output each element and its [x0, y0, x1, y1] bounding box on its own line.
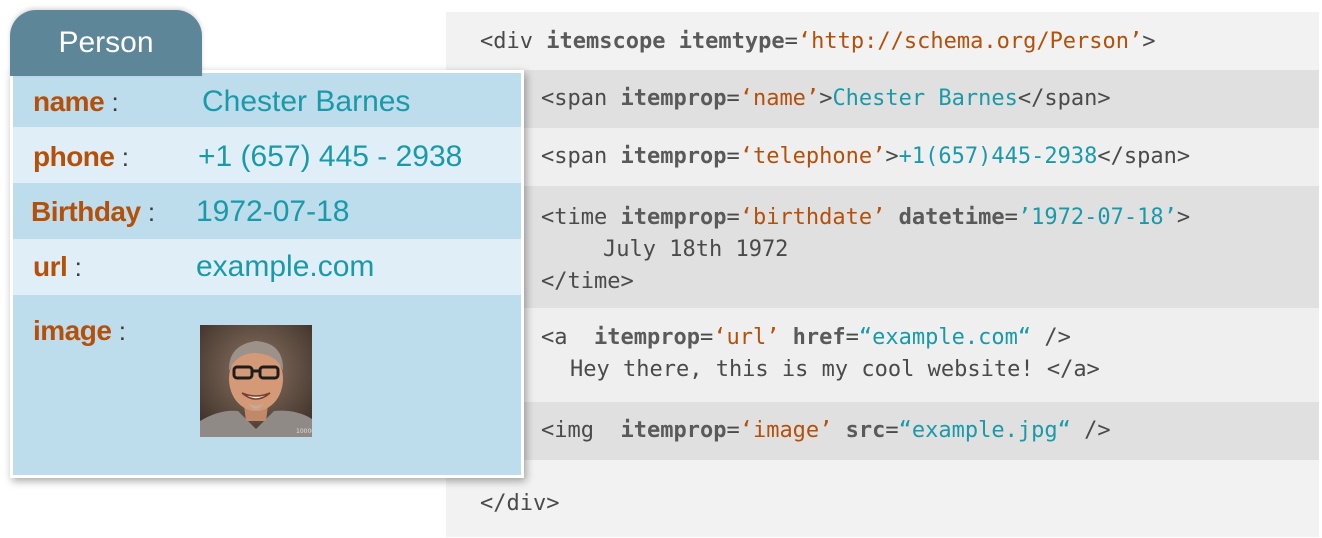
code-band-name: <span itemprop=‘name’>Chester Barnes</sp… [524, 70, 1319, 128]
code-time-close: </time> [541, 269, 634, 294]
field-label-name: name : [33, 86, 119, 117]
code-div-open: <div itemscope itemtype=‘http://schema.o… [480, 29, 1156, 54]
field-value-birthday: 1972-07-18 [196, 195, 350, 228]
photo-watermark: 100004 [296, 428, 312, 435]
code-img: <img itemprop=‘image’ src=“example.jpg“ … [541, 418, 1111, 443]
code-band-url: <a itemprop=‘url’ href=“example.com“ /> … [524, 308, 1319, 402]
code-a-text: Hey there, this is my cool website! </a> [570, 357, 1100, 382]
field-label-phone: phone : [33, 141, 129, 172]
code-time-text: July 18th 1972 [603, 237, 789, 262]
field-label-url: url : [33, 251, 82, 282]
field-row-birthday: Birthday : 1972-07-18 [13, 183, 521, 239]
code-time-open: <time itemprop=‘birthdate’ datetime=’197… [541, 205, 1191, 230]
field-row-url: url : example.com [13, 239, 521, 295]
code-a-open: <a itemprop=‘url’ href=“example.com“ /> [541, 325, 1071, 350]
code-div-close: </div> [480, 491, 560, 516]
field-value-url: example.com [196, 250, 375, 283]
field-label-birthday: Birthday : [31, 196, 155, 227]
field-row-phone: phone : +1 (657) 445 - 2938 [13, 127, 521, 183]
code-band-image: <img itemprop=‘image’ src=“example.jpg“ … [524, 402, 1319, 460]
code-span-name: <span itemprop=‘name’>Chester Barnes</sp… [541, 86, 1111, 111]
field-value-name: Chester Barnes [202, 85, 411, 118]
code-band-time: <time itemprop=‘birthdate’ datetime=’197… [524, 186, 1319, 308]
field-row-name: name : Chester Barnes [13, 73, 521, 127]
code-span-telephone: <span itemprop=‘telephone’>+1(657)445-29… [541, 144, 1191, 169]
field-value-phone: +1 (657) 445 - 2938 [198, 140, 463, 173]
person-card-title: Person [10, 10, 202, 76]
portrait-image: 100004 [200, 325, 312, 437]
code-panel: <div itemscope itemtype=‘http://schema.o… [446, 12, 1319, 537]
person-card: name : Chester Barnes phone : +1 (657) 4… [10, 70, 524, 478]
field-label-image: image : [33, 315, 126, 346]
portrait-photo: 100004 [200, 325, 312, 437]
code-band-telephone: <span itemprop=‘telephone’>+1(657)445-29… [524, 128, 1319, 186]
